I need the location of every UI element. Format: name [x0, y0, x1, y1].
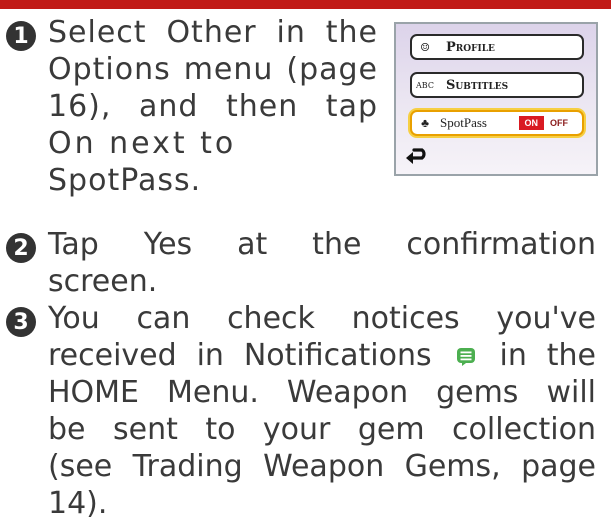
step-2-text: Tap Yes at the confirmation screen. — [48, 226, 596, 300]
step-number-2: 2 — [6, 233, 36, 263]
step-2: 2 Tap Yes at the confirmation screen. — [6, 226, 596, 300]
step-3-line: be sent to your gem collection — [48, 412, 596, 447]
profile-icon: ☺ — [420, 40, 430, 54]
step-2-line: screen. — [48, 264, 158, 299]
step-3-text: You can check notices you've received in… — [48, 300, 596, 522]
step-1-line: On next to — [48, 126, 237, 161]
menu-item-label: SpotPass — [440, 115, 487, 130]
menu-item-label: Profile — [446, 39, 495, 55]
step-3-line: HOME Menu. Weapon gems will — [48, 375, 596, 410]
menu-item-spotpass[interactable]: ♣ SpotPass ON OFF — [410, 110, 584, 136]
toggle-off-button[interactable]: OFF — [544, 116, 574, 130]
spotpass-toggle[interactable]: ON OFF — [518, 116, 574, 130]
step-3-line: (see Trading Weapon Gems, page — [48, 449, 596, 484]
step-1-text: Select Other in the Options menu (page 1… — [48, 14, 378, 199]
step-number-3: 3 — [6, 307, 36, 337]
header-bar — [0, 0, 611, 9]
notifications-icon — [456, 348, 475, 366]
step-1-line: 16), and then tap — [48, 89, 378, 124]
step-1: 1 Select Other in the Options menu (page… — [6, 14, 378, 199]
menu-item-label: Subtitles — [446, 77, 509, 93]
step-3: 3 You can check notices you've received … — [6, 300, 596, 522]
spotpass-icon: ♣ — [421, 115, 429, 130]
step-3-line-part: received in Notifications — [48, 338, 432, 373]
step-3-line: You can check notices you've — [48, 301, 596, 336]
menu-item-profile[interactable]: ☺ Profile — [410, 34, 584, 60]
menu-item-subtitles[interactable]: ABC Subtitles — [410, 72, 584, 98]
options-menu-screenshot: ☺ Profile ABC Subtitles ♣ SpotPass ON OF… — [394, 22, 598, 176]
step-1-line: Select Other in the — [48, 15, 378, 50]
back-arrow-icon[interactable] — [404, 148, 430, 168]
step-1-line: Options menu (page — [48, 52, 378, 87]
step-1-line: SpotPass. — [48, 163, 202, 198]
toggle-on-button[interactable]: ON — [518, 116, 544, 130]
step-3-line: received in Notifications in the — [48, 337, 596, 374]
subtitles-icon: ABC — [416, 80, 434, 90]
step-3-line-part: in the — [499, 338, 596, 373]
step-2-line: Tap Yes at the confirmation — [48, 227, 596, 262]
step-3-line: 14). — [48, 486, 108, 521]
step-number-1: 1 — [6, 21, 36, 51]
